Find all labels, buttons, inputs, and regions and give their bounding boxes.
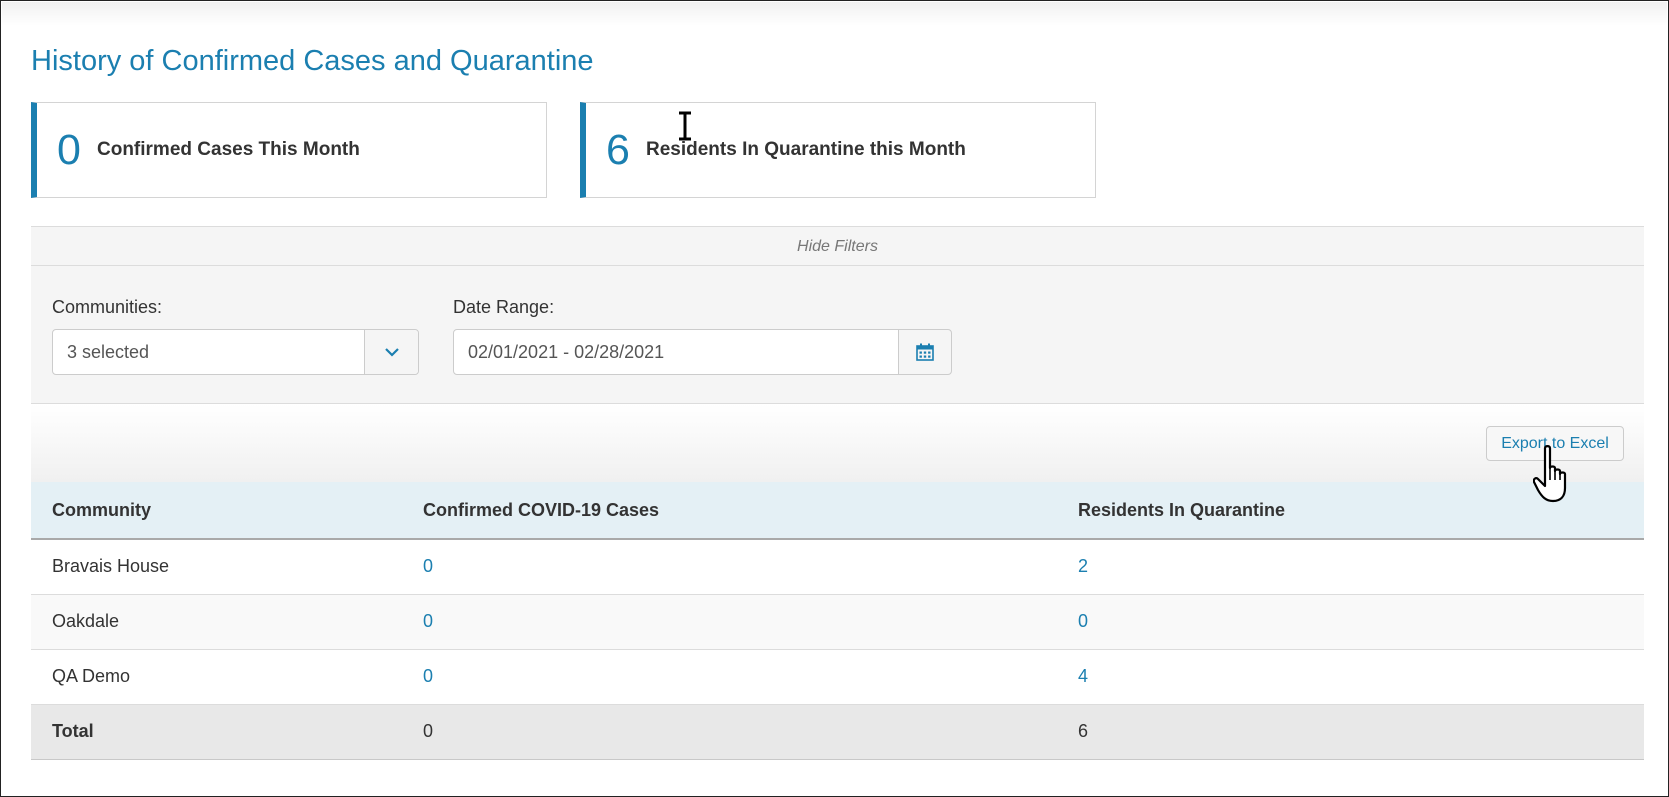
quarantine-label: Residents In Quarantine this Month (646, 139, 966, 160)
confirmed-cases-card: 0 Confirmed Cases This Month (31, 102, 547, 198)
table-header-row: Community Confirmed COVID-19 Cases Resid… (31, 482, 1644, 540)
table-row: Oakdale 0 0 (31, 594, 1644, 650)
app-window: History of Confirmed Cases and Quarantin… (0, 0, 1669, 797)
confirmed-cases-label: Confirmed Cases This Month (97, 139, 360, 160)
total-label: Total (31, 704, 402, 760)
date-range-label: Date Range: (453, 297, 555, 317)
quarantine-count-link[interactable]: 2 (1057, 539, 1644, 595)
export-toolbar: Export to Excel (31, 404, 1644, 482)
hide-filters-toggle[interactable]: Hide Filters (31, 227, 1644, 266)
text-cursor-icon (679, 111, 691, 141)
top-shade (2, 2, 1667, 26)
column-header-community: Community (31, 482, 402, 540)
communities-label: Communities: (52, 297, 163, 317)
confirmed-count-link[interactable]: 0 (402, 649, 1057, 705)
table-row: QA Demo 0 4 (31, 649, 1644, 705)
filters-panel: Hide Filters Communities: 3 selected Dat… (31, 226, 1644, 404)
hand-pointer-icon (1533, 445, 1567, 503)
confirmed-cases-count: 0 (57, 125, 81, 174)
confirmed-count-link[interactable]: 0 (402, 594, 1057, 650)
quarantine-count-link[interactable]: 4 (1057, 649, 1644, 705)
chevron-down-icon[interactable] (364, 330, 418, 374)
quarantine-count-link[interactable]: 0 (1057, 594, 1644, 650)
confirmed-count-link[interactable]: 0 (402, 539, 1057, 595)
date-range-input[interactable] (453, 329, 899, 375)
total-quarantine: 6 (1057, 704, 1644, 760)
communities-select[interactable]: 3 selected (52, 329, 419, 375)
community-name: QA Demo (31, 649, 402, 705)
communities-selected-value: 3 selected (67, 342, 150, 362)
table-row: Bravais House 0 2 (31, 539, 1644, 595)
community-name: Bravais House (31, 539, 402, 595)
column-header-confirmed: Confirmed COVID-19 Cases (402, 482, 1057, 540)
cases-table: Community Confirmed COVID-19 Cases Resid… (31, 482, 1644, 760)
quarantine-count: 6 (606, 125, 630, 174)
community-name: Oakdale (31, 594, 402, 650)
page-title: History of Confirmed Cases and Quarantin… (31, 45, 594, 77)
calendar-icon[interactable] (898, 329, 952, 375)
quarantine-card: 6 Residents In Quarantine this Month (580, 102, 1096, 198)
table-total-row: Total 0 6 (31, 704, 1644, 760)
total-confirmed: 0 (402, 704, 1057, 760)
